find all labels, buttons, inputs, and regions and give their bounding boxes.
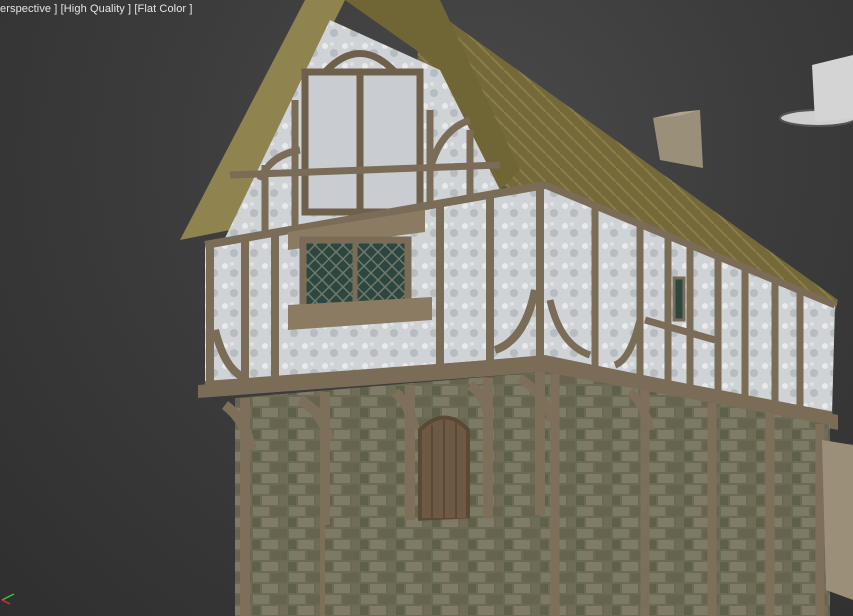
viewport-label-menu: erspective ] [High Quality ] [Flat Color… [0,3,193,15]
chimney [653,110,703,168]
3d-viewport[interactable]: erspective ] [High Quality ] [Flat Color… [0,0,853,616]
viewport-shading-quality-menu[interactable]: [High Quality ] [61,3,132,15]
viewport-point-of-view-menu[interactable]: erspective ] [0,3,57,15]
front-stone-wall [325,515,545,616]
viewport-display-mode-menu[interactable]: [Flat Color ] [134,3,192,15]
axis-gizmo [1,593,15,605]
arched-door [418,415,470,522]
gable-window [301,50,424,216]
distant-prop [779,55,853,127]
side-building-edge [822,440,853,600]
scene-render[interactable] [0,0,853,616]
